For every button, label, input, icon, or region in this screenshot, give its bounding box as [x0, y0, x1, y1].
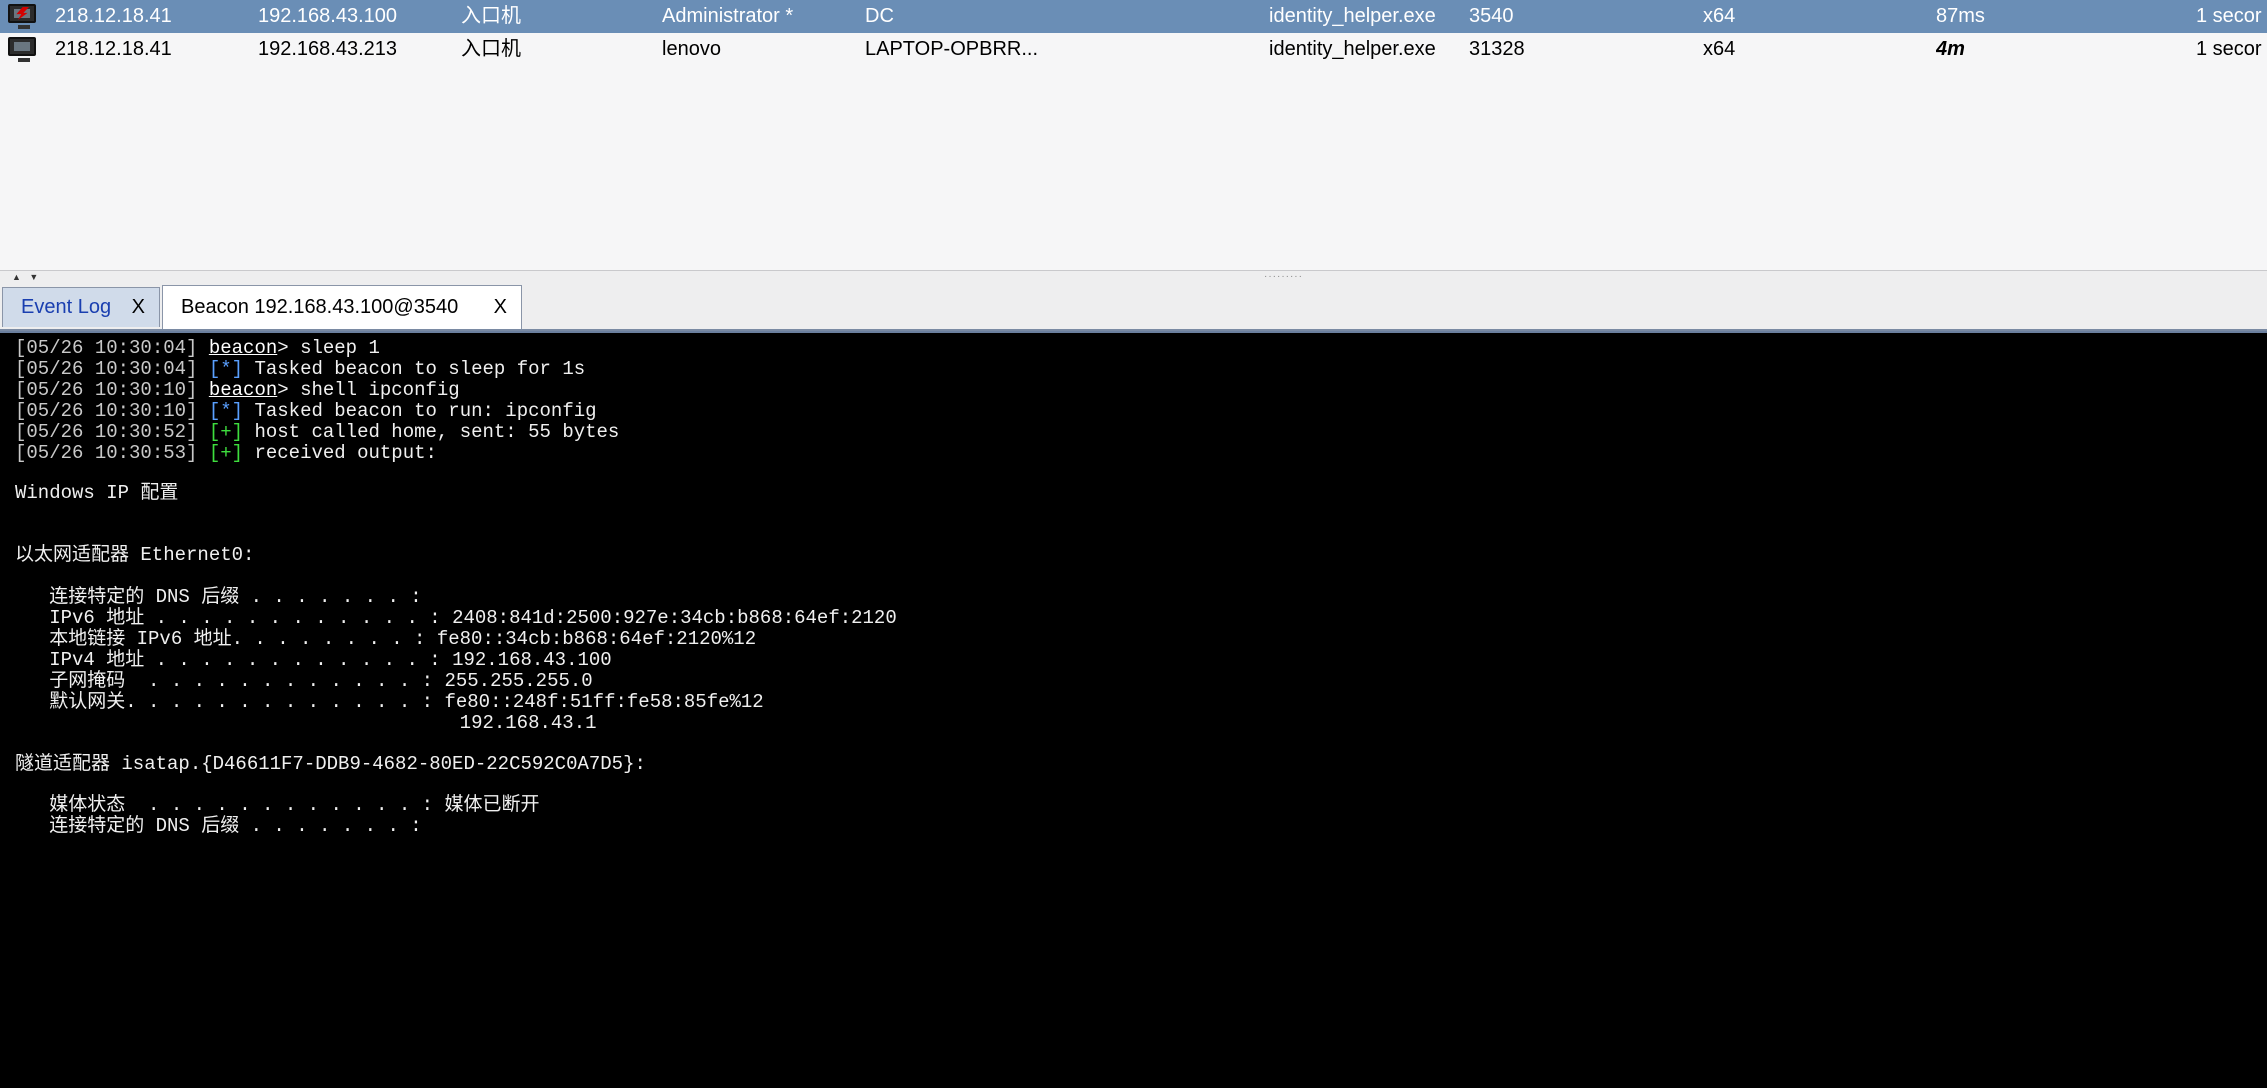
arch: x64 [1703, 38, 1736, 60]
output-line: 192.168.43.1 [15, 712, 597, 734]
tab-bar: Event Log X Beacon 192.168.43.100@3540 X [0, 284, 2267, 331]
beacon-console[interactable]: [05/26 10:30:04] beacon> sleep 1 [05/26 … [0, 331, 2267, 1088]
grip-icon[interactable]: ········· [1264, 271, 1303, 282]
session-row[interactable]: 218.12.18.41 192.168.43.100 入口机 Administ… [0, 0, 2267, 33]
tab-event-log[interactable]: Event Log X [2, 287, 160, 327]
console-line: [05/26 10:30:53] [+] received output: [15, 442, 437, 464]
computer: LAPTOP-OPBRR... [865, 38, 1039, 60]
output-line: 以太网适配器 Ethernet0: [15, 544, 255, 566]
sleep: 1 secor [2196, 38, 2262, 60]
split-pane-divider[interactable]: ▲ ▼ ········· [0, 270, 2267, 285]
listener: 入口机 [461, 5, 521, 27]
internal-ip: 192.168.43.100 [258, 5, 398, 27]
sessions-table: 218.12.18.41 192.168.43.100 入口机 Administ… [0, 0, 2267, 270]
output-line: 连接特定的 DNS 后缀 . . . . . . . : [15, 815, 422, 837]
output-line: Windows IP 配置 [15, 482, 179, 504]
listener: 入口机 [461, 38, 521, 60]
last-seen: 4m [1936, 38, 1965, 60]
user: Administrator * [662, 5, 794, 27]
external-ip: 218.12.18.41 [55, 38, 172, 60]
tab-label: Beacon 192.168.43.100@3540 [181, 296, 459, 318]
process: identity_helper.exe [1269, 5, 1436, 27]
arch: x64 [1703, 5, 1736, 27]
output-line: 隧道适配器 isatap.{D46611F7-DDB9-4682-80ED-22… [15, 753, 646, 775]
beacon-elevated-monitor-icon [8, 4, 38, 29]
internal-ip: 192.168.43.213 [258, 38, 398, 60]
tab-label: Event Log [21, 296, 112, 318]
external-ip: 218.12.18.41 [55, 5, 172, 27]
sleep: 1 secor [2196, 5, 2262, 27]
computer: DC [865, 5, 894, 27]
process: identity_helper.exe [1269, 38, 1436, 60]
close-tab-button[interactable]: X [132, 288, 145, 326]
beacon-monitor-icon [8, 37, 38, 62]
last-seen: 87ms [1936, 5, 1985, 27]
collapse-arrows-icon[interactable]: ▲ ▼ [12, 272, 41, 282]
session-row[interactable]: 218.12.18.41 192.168.43.213 入口机 lenovo L… [0, 33, 2267, 66]
user: lenovo [662, 38, 721, 60]
pid: 31328 [1469, 38, 1525, 60]
tab-beacon[interactable]: Beacon 192.168.43.100@3540 X [162, 285, 522, 329]
close-tab-button[interactable]: X [494, 286, 507, 328]
pid: 3540 [1469, 5, 1514, 27]
